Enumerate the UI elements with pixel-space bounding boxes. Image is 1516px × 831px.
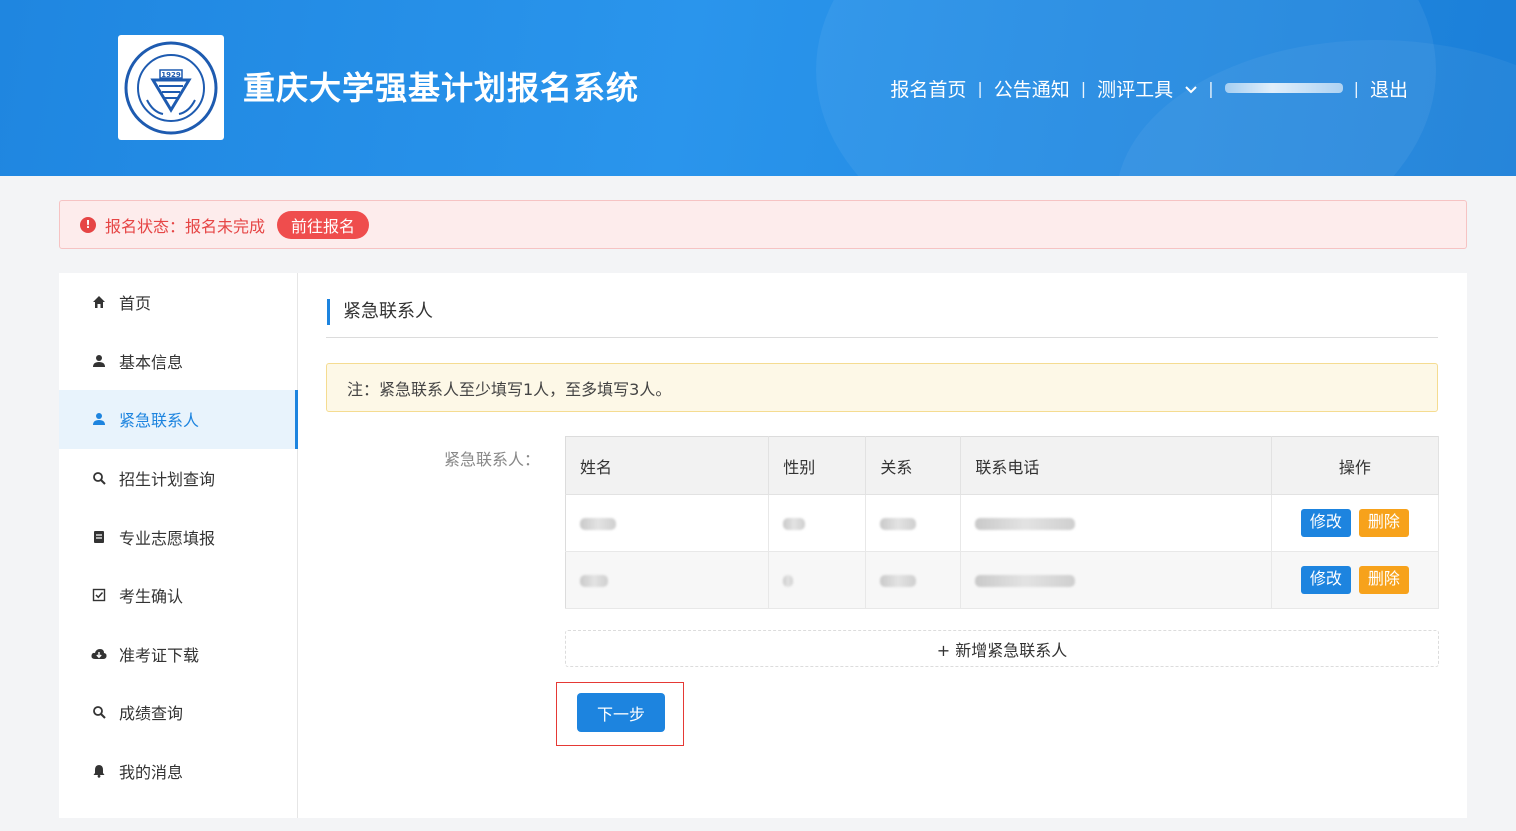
sidebar-item-label: 紧急联系人 (119, 411, 200, 431)
form-icon (91, 529, 107, 545)
table-header-row: 姓名 性别 关系 联系电话 操作 (565, 436, 1440, 495)
university-logo[interactable]: 1929 (118, 35, 224, 140)
cell-actions: 修改 删除 (1271, 494, 1440, 552)
cell-name-redacted (565, 494, 770, 552)
user-icon (91, 353, 107, 369)
column-header-relation: 关系 (865, 436, 962, 495)
sidebar-item-confirm[interactable]: 考生确认 (59, 566, 297, 625)
nav-separator: | (1080, 78, 1087, 98)
registration-status-bar: ! 报名状态：报名未完成 前往报名 (59, 200, 1467, 249)
sidebar-item-emergency-contact[interactable]: 紧急联系人 (59, 390, 298, 449)
sidebar-item-score-query[interactable]: 成绩查询 (59, 683, 297, 742)
sidebar-item-label: 首页 (119, 294, 152, 314)
nav-tools-dropdown[interactable]: 测评工具 (1097, 75, 1197, 102)
sidebar-item-label: 基本信息 (119, 352, 184, 372)
cell-relation-redacted (865, 494, 962, 552)
notice-text: 注：紧急联系人至少填写1人，至多填写3人。 (347, 379, 672, 399)
section-title: 紧急联系人 (327, 299, 433, 325)
cell-relation-redacted (865, 551, 962, 609)
sidebar-item-home[interactable]: 首页 (59, 273, 297, 332)
status-text: 报名状态：报名未完成 (105, 216, 266, 236)
chevron-down-icon (1185, 86, 1197, 94)
sidebar-item-label: 招生计划查询 (119, 470, 216, 490)
home-icon (91, 294, 107, 310)
nav-separator: | (1353, 78, 1359, 98)
cloud-download-icon (91, 646, 107, 662)
sidebar-item-label: 专业志愿填报 (119, 528, 216, 548)
cell-gender-redacted (768, 551, 867, 609)
sidebar-item-basic-info[interactable]: 基本信息 (59, 332, 297, 391)
column-header-actions: 操作 (1271, 436, 1440, 495)
nav-separator: | (1208, 78, 1214, 98)
cell-name-redacted (565, 551, 770, 609)
main-panel: 紧急联系人 注：紧急联系人至少填写1人，至多填写3人。 紧急联系人： 姓名 性别… (298, 273, 1467, 818)
svg-text:1929: 1929 (161, 71, 181, 79)
table-row: 修改 删除 (565, 551, 1440, 609)
search-icon (91, 704, 107, 720)
university-seal-icon: 1929 (124, 41, 218, 134)
site-title: 重庆大学强基计划报名系统 (243, 69, 640, 107)
user-icon (91, 411, 107, 427)
cell-actions: 修改 删除 (1271, 551, 1440, 609)
nav-tools-label: 测评工具 (1097, 78, 1174, 101)
column-header-phone: 联系电话 (960, 436, 1272, 495)
nav-logout-link[interactable]: 退出 (1370, 75, 1408, 102)
sidebar-item-admission-ticket[interactable]: 准考证下载 (59, 625, 297, 684)
emergency-contact-table: 姓名 性别 关系 联系电话 操作 修改 删除 修改 删除 (565, 436, 1440, 609)
site-header: 1929 重庆大学强基计划报名系统 报名首页 | 公告通知 | 测评工具 | |… (0, 0, 1516, 176)
go-register-button[interactable]: 前往报名 (277, 210, 370, 239)
bell-icon (91, 763, 107, 779)
sidebar-item-messages[interactable]: 我的消息 (59, 742, 297, 801)
nav-separator: | (977, 78, 983, 98)
sidebar-item-label: 考生确认 (119, 587, 184, 607)
sidebar-item-plan-query[interactable]: 招生计划查询 (59, 449, 297, 508)
cell-gender-redacted (768, 494, 867, 552)
edit-contact-button[interactable]: 修改 (1300, 509, 1351, 537)
checkbox-icon (91, 587, 107, 603)
search-icon (91, 470, 107, 486)
section-divider (326, 337, 1438, 338)
sidebar-item-label: 准考证下载 (119, 645, 200, 665)
sidebar: 首页 基本信息 紧急联系人 招生计划查询 专业志愿填报 考生确认 准考证下载 成… (59, 273, 298, 818)
sidebar-item-label: 成绩查询 (119, 704, 184, 724)
nav-notice-link[interactable]: 公告通知 (994, 75, 1070, 102)
sidebar-item-label: 我的消息 (119, 763, 184, 783)
nav-home-link[interactable]: 报名首页 (890, 75, 966, 102)
top-nav: 报名首页 | 公告通知 | 测评工具 | | 退出 (890, 74, 1408, 102)
next-step-button[interactable]: 下一步 (577, 693, 665, 732)
add-contact-button[interactable]: + 新增紧急联系人 (565, 630, 1439, 667)
table-row: 修改 删除 (565, 494, 1440, 552)
sidebar-item-major-preference[interactable]: 专业志愿填报 (59, 507, 297, 566)
alert-info-icon: ! (80, 216, 96, 233)
cell-phone-redacted (960, 494, 1272, 552)
cell-phone-redacted (960, 551, 1272, 609)
user-name-redacted[interactable] (1224, 83, 1343, 93)
edit-contact-button[interactable]: 修改 (1300, 566, 1351, 594)
column-header-gender: 性别 (768, 436, 867, 495)
notice-box: 注：紧急联系人至少填写1人，至多填写3人。 (326, 363, 1438, 412)
delete-contact-button[interactable]: 删除 (1358, 566, 1409, 594)
delete-contact-button[interactable]: 删除 (1358, 509, 1409, 537)
column-header-name: 姓名 (565, 436, 770, 495)
field-label: 紧急联系人： (444, 450, 541, 469)
